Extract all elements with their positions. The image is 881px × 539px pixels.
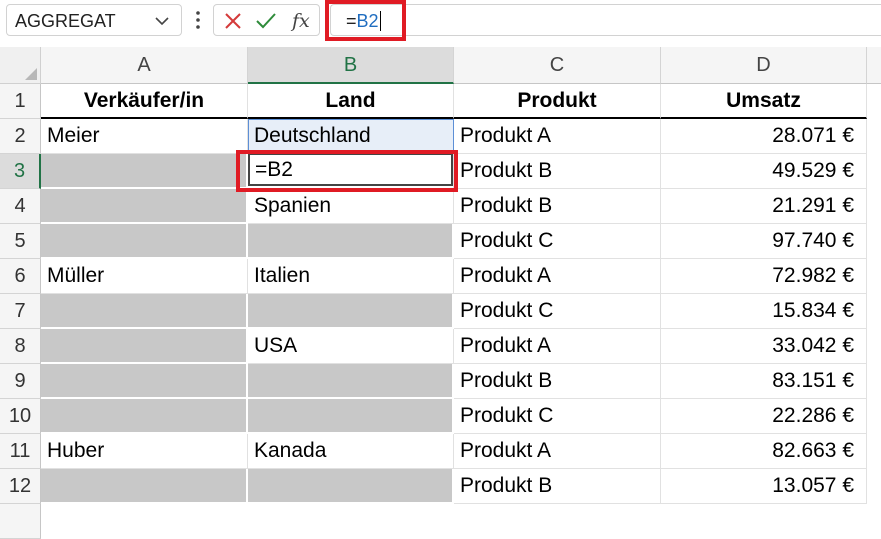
name-box-value: AGGREGAT (15, 11, 116, 31)
x-icon[interactable] (223, 11, 243, 31)
cell-d2[interactable]: 28.071 € (661, 119, 867, 154)
row-header-1[interactable]: 1 (0, 84, 41, 119)
cell-c10[interactable]: Produkt C (454, 399, 661, 434)
cell-c9[interactable]: Produkt B (454, 364, 661, 399)
cell-a8[interactable] (41, 329, 248, 364)
column-header-a[interactable]: A (41, 47, 248, 84)
corner-triangle-icon (25, 68, 37, 80)
cell-d10[interactable]: 22.286 € (661, 399, 867, 434)
row-header-2[interactable]: 2 (0, 119, 41, 154)
column-header-d[interactable]: D (661, 47, 867, 84)
name-box[interactable]: AGGREGAT (6, 4, 182, 36)
cell-d3[interactable]: 49.529 € (661, 154, 867, 189)
cell-d5[interactable]: 97.740 € (661, 224, 867, 259)
cell-a6[interactable]: Müller (41, 259, 248, 294)
column-header-c[interactable]: C (454, 47, 661, 84)
cell-a9[interactable] (41, 364, 248, 399)
row-header-3[interactable]: 3 (0, 154, 41, 189)
cell-d1[interactable]: Umsatz (661, 84, 867, 119)
vertical-dots-icon[interactable] (192, 8, 204, 32)
cell-a3[interactable] (41, 154, 248, 189)
column-header-e[interactable] (867, 47, 881, 84)
row-header-9[interactable]: 9 (0, 364, 41, 399)
svg-text:fx: fx (290, 10, 310, 32)
cell-a12[interactable] (41, 469, 248, 504)
cell-c11[interactable]: Produkt A (454, 434, 661, 469)
cell-c5[interactable]: Produkt C (454, 224, 661, 259)
cell-d7[interactable]: 15.834 € (661, 294, 867, 329)
cell-c1[interactable]: Produkt (454, 84, 661, 119)
cell-b6[interactable]: Italien (248, 259, 454, 294)
cell-c4[interactable]: Produkt B (454, 189, 661, 224)
cell-c8[interactable]: Produkt A (454, 329, 661, 364)
cell-b12[interactable] (248, 469, 454, 504)
cell-d9[interactable]: 83.151 € (661, 364, 867, 399)
cell-a5[interactable] (41, 224, 248, 259)
cell-a4[interactable] (41, 189, 248, 224)
row-header-10[interactable]: 10 (0, 399, 41, 434)
cell-b10[interactable] (248, 399, 454, 434)
cell-c2[interactable]: Produkt A (454, 119, 661, 154)
formula-buttons: fx (213, 4, 320, 36)
row-header-5[interactable]: 5 (0, 224, 41, 259)
cell-highlight-annotation (236, 150, 458, 192)
row-header-4[interactable]: 4 (0, 189, 41, 224)
cell-d11[interactable]: 82.663 € (661, 434, 867, 469)
cell-d4[interactable]: 21.291 € (661, 189, 867, 224)
cell-a10[interactable] (41, 399, 248, 434)
row-header-11[interactable]: 11 (0, 434, 41, 469)
cell-b5[interactable] (248, 224, 454, 259)
cell-b7[interactable] (248, 294, 454, 329)
cell-b8[interactable]: USA (248, 329, 454, 364)
cell-a11[interactable]: Huber (41, 434, 248, 469)
row-header-12[interactable]: 12 (0, 469, 41, 504)
cell-d8[interactable]: 33.042 € (661, 329, 867, 364)
cell-a1[interactable]: Verkäufer/in (41, 84, 248, 119)
cell-c3[interactable]: Produkt B (454, 154, 661, 189)
row-header-13[interactable] (0, 504, 41, 539)
cell-a2[interactable]: Meier (41, 119, 248, 154)
select-all-corner[interactable] (0, 47, 41, 84)
cell-c7[interactable]: Produkt C (454, 294, 661, 329)
cell-b2[interactable]: Deutschland (248, 119, 454, 154)
cell-d12[interactable]: 13.057 € (661, 469, 867, 504)
formula-input[interactable]: =B2 (330, 4, 881, 36)
column-header-b[interactable]: B (248, 47, 454, 84)
cell-c12[interactable]: Produkt B (454, 469, 661, 504)
row-header-8[interactable]: 8 (0, 329, 41, 364)
checkmark-icon[interactable] (255, 11, 277, 31)
cell-b9[interactable] (248, 364, 454, 399)
cell-a7[interactable] (41, 294, 248, 329)
cell-b4[interactable]: Spanien (248, 189, 454, 224)
cell-c6[interactable]: Produkt A (454, 259, 661, 294)
cell-b11[interactable]: Kanada (248, 434, 454, 469)
formula-highlight-annotation (325, 0, 406, 41)
row-header-6[interactable]: 6 (0, 259, 41, 294)
row-header-7[interactable]: 7 (0, 294, 41, 329)
formula-bar: AGGREGAT fx =B2 (0, 0, 881, 42)
fx-icon[interactable]: fx (290, 8, 316, 34)
chevron-down-icon[interactable] (153, 12, 171, 30)
cell-b1[interactable]: Land (248, 84, 454, 119)
cell-d6[interactable]: 72.982 € (661, 259, 867, 294)
